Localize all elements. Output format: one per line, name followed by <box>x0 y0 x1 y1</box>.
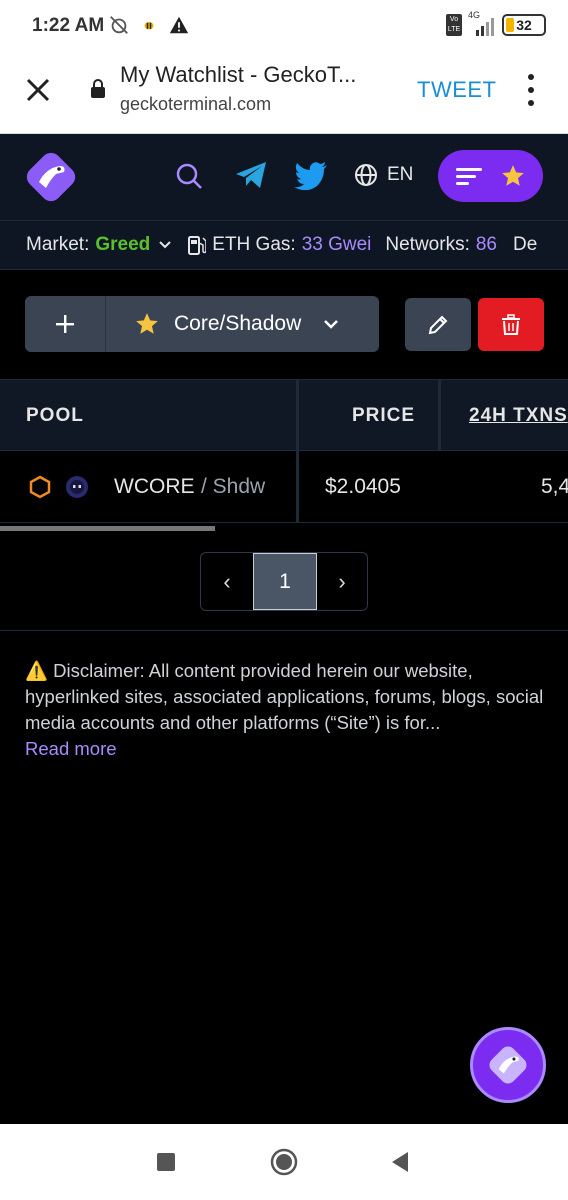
back-icon[interactable] <box>390 1151 410 1173</box>
recent-apps-icon[interactable] <box>156 1152 176 1172</box>
alarm-off-icon <box>110 16 128 34</box>
search-icon[interactable] <box>175 162 203 190</box>
market-sentiment: Greed <box>95 234 151 255</box>
chevron-down-icon[interactable] <box>158 240 172 250</box>
divider <box>0 630 568 631</box>
chevron-down-icon <box>324 319 339 329</box>
current-page-button[interactable]: 1 <box>253 553 317 610</box>
gas-value: 33 Gwei <box>301 234 372 255</box>
disclaimer: ⚠️ Disclaimer: All content provided here… <box>25 658 545 762</box>
geckoterminal-logo-icon[interactable] <box>24 150 78 204</box>
table-row[interactable]: WCORE / Shdw $2.0405 5,4 <box>0 451 568 523</box>
page-title: My Watchlist - GeckoT... <box>120 62 357 87</box>
lock-icon <box>91 79 105 98</box>
star-icon <box>501 165 524 186</box>
battery-icon: 32 <box>502 14 546 36</box>
column-header-pool[interactable]: POOL <box>26 405 84 427</box>
geckoterminal-logo-icon <box>489 1046 527 1084</box>
status-time: 1:22 AM <box>32 15 105 36</box>
system-navigation-bar <box>0 1124 568 1200</box>
pencil-icon <box>428 315 448 334</box>
language-selector[interactable]: EN <box>387 164 413 186</box>
column-header-price[interactable]: PRICE <box>352 405 415 427</box>
close-icon[interactable] <box>20 72 56 108</box>
pagination: ‹ 1 › <box>200 552 368 611</box>
next-page-button[interactable]: › <box>317 553 367 610</box>
market-label: Market: <box>26 234 90 255</box>
market-info-bar: Market: Greed ETH Gas: 33 Gwei Networks:… <box>0 220 568 270</box>
pool-24h-txns: 5,4 <box>541 475 568 498</box>
status-system-icons: Vo LTE 4G 32 <box>446 10 546 36</box>
warning-icon <box>169 16 189 34</box>
plus-icon <box>56 315 74 333</box>
watchlist-selector[interactable]: Core/Shadow <box>105 296 379 352</box>
battery-level: 32 <box>516 17 532 33</box>
pool-table-header: POOL PRICE 24H TXNS <box>0 379 568 451</box>
read-more-link[interactable]: Read more <box>25 736 545 762</box>
globe-icon[interactable] <box>354 163 378 187</box>
star-icon <box>136 313 158 334</box>
status-bar: 1:22 AM Vo LTE 4G 32 <box>0 0 568 56</box>
home-icon[interactable] <box>270 1148 298 1176</box>
twitter-icon[interactable] <box>294 162 328 190</box>
core-chain-icon <box>29 475 51 499</box>
trash-icon <box>502 313 520 335</box>
pool-quote-token: / Shdw <box>201 475 266 498</box>
selected-watchlist-name: Core/Shadow <box>174 312 302 335</box>
pool-base-token[interactable]: WCORE <box>114 475 195 499</box>
edit-watchlist-button[interactable] <box>405 298 471 351</box>
disclaimer-text: ⚠️ Disclaimer: All content provided here… <box>25 660 544 733</box>
more-options-icon[interactable] <box>524 74 538 106</box>
gas-label: ETH Gas: <box>212 234 296 255</box>
add-watchlist-button[interactable] <box>25 296 105 352</box>
page-url[interactable]: geckoterminal.com <box>120 94 271 115</box>
watchlist-menu-button[interactable] <box>438 150 543 202</box>
status-notification-icons <box>108 14 190 36</box>
gas-pump-icon <box>188 236 207 255</box>
networks-label: Networks: <box>385 234 470 255</box>
pool-price: $2.0405 <box>325 475 401 498</box>
signal-icon: 4G <box>468 10 496 36</box>
site-header: EN <box>0 134 568 220</box>
token-icon <box>66 476 88 498</box>
tweet-button[interactable]: TWEET <box>417 77 497 103</box>
browser-tab-bar: My Watchlist - GeckoT... geckoterminal.c… <box>0 56 568 134</box>
floating-gecko-button[interactable] <box>470 1027 546 1103</box>
market-overflow-text: De <box>513 234 538 255</box>
telegram-icon[interactable] <box>234 160 268 190</box>
menu-lines-icon <box>455 168 482 185</box>
volte-icon: Vo LTE <box>446 14 462 36</box>
column-header-24h-txns[interactable]: 24H TXNS <box>469 405 568 427</box>
horizontal-scrollbar[interactable] <box>0 526 215 531</box>
delete-watchlist-button[interactable] <box>478 298 544 351</box>
networks-value[interactable]: 86 <box>476 234 497 256</box>
previous-page-button[interactable]: ‹ <box>201 553 253 610</box>
bee-notification-icon <box>144 22 154 30</box>
